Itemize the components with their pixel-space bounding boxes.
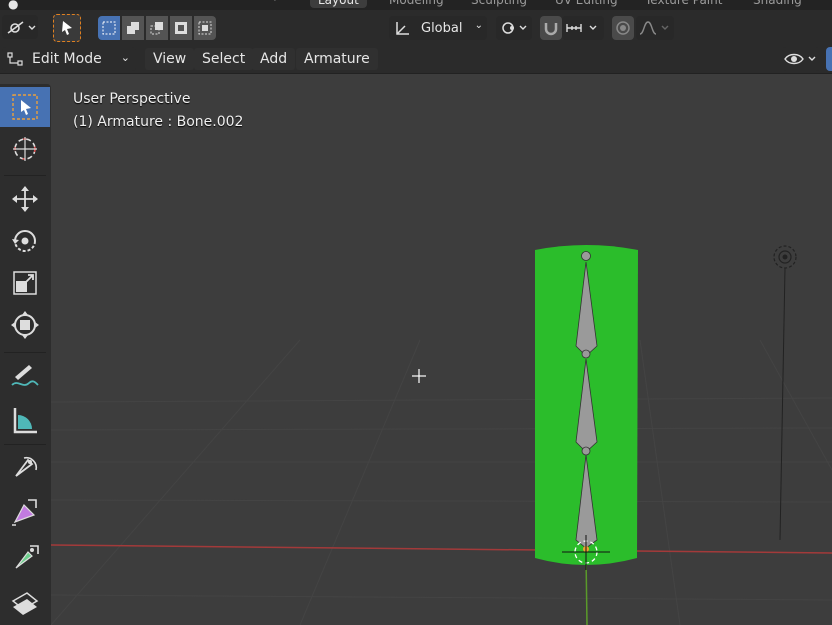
toolbar-divider <box>4 444 46 445</box>
annotate-icon <box>11 365 39 386</box>
select-intersect-icon <box>198 21 212 35</box>
select-subtract-icon <box>150 22 163 35</box>
tool-bone-size[interactable] <box>0 492 50 532</box>
tool-scale[interactable] <box>0 263 50 303</box>
toolbar-divider <box>4 175 46 176</box>
mode-label: Edit Mode <box>32 51 102 67</box>
cursor-icon <box>13 137 37 161</box>
select-extend-button[interactable] <box>122 16 144 40</box>
tab-sculpting[interactable]: Sculpting <box>463 0 535 8</box>
workspace-tab-strip: ● · Layout Modeling Sculpting UV Editing… <box>0 0 832 10</box>
select-new-button[interactable] <box>98 16 120 40</box>
file-menu-dot: · <box>273 0 277 7</box>
chevron-down-icon: ⌄ <box>120 51 130 64</box>
tool-transform[interactable] <box>0 305 50 345</box>
grid-floor <box>51 339 832 625</box>
tool-select-box[interactable] <box>0 87 50 127</box>
select-invert-icon <box>175 22 187 34</box>
mode-dropdown[interactable]: Edit Mode ⌄ <box>2 47 136 71</box>
select-extend-icon <box>127 22 139 34</box>
tool-roll[interactable] <box>0 447 50 487</box>
snap-target-dropdown[interactable] <box>562 16 604 40</box>
blender-logo-icon[interactable]: ● <box>0 0 26 10</box>
select-cursor-icon <box>62 21 72 35</box>
pivot-point-dropdown[interactable] <box>496 16 532 40</box>
editor-type-button[interactable] <box>2 15 38 39</box>
3d-viewport[interactable] <box>51 74 832 625</box>
bone-001-head[interactable] <box>581 251 591 261</box>
scale-icon <box>13 271 37 295</box>
tab-layout[interactable]: Layout <box>310 0 367 8</box>
toolbar-divider <box>4 352 46 353</box>
menu-armature[interactable]: Armature <box>296 48 378 70</box>
move-icon <box>12 186 38 212</box>
transform-orientation-dropdown[interactable]: Global ⌄ <box>389 16 487 40</box>
tool-cursor[interactable] <box>0 129 50 169</box>
proportional-falloff-dropdown[interactable] <box>636 16 674 40</box>
mouse-crosshair-icon <box>412 369 426 383</box>
bone-002-tail[interactable] <box>581 446 591 456</box>
tab-shading[interactable]: Shading <box>745 0 810 8</box>
snap-increment-icon <box>566 24 597 32</box>
snap-toggle-button[interactable] <box>540 16 562 40</box>
tool-annotate[interactable] <box>0 356 50 396</box>
edit-mode-icon <box>7 52 23 66</box>
view-name-label: User Perspective <box>73 91 191 107</box>
tab-texture-paint[interactable]: Texture Paint <box>637 0 730 8</box>
select-intersect-button[interactable] <box>194 16 216 40</box>
menu-view[interactable]: View <box>145 48 195 70</box>
select-new-icon <box>102 21 116 35</box>
proportional-editing-icon <box>616 21 630 35</box>
viewport-scene[interactable] <box>51 74 832 625</box>
tool-measure[interactable] <box>0 400 50 440</box>
tool-move[interactable] <box>0 179 50 219</box>
select-invert-button[interactable] <box>170 16 192 40</box>
pivot-point-icon <box>502 22 527 34</box>
orientation-axes-icon <box>396 22 409 35</box>
measure-icon <box>13 408 37 434</box>
chevron-down-icon: ⌄ <box>474 20 483 31</box>
tool-extrude[interactable] <box>0 582 50 622</box>
active-object-label: (1) Armature : Bone.002 <box>73 114 244 130</box>
tool-settings-header: Global ⌄ <box>0 10 832 46</box>
eye-icon <box>784 53 816 65</box>
tab-modeling[interactable]: Modeling <box>381 0 452 8</box>
transform-icon <box>11 311 39 339</box>
rotate-icon <box>12 230 36 252</box>
light-object[interactable] <box>773 245 797 541</box>
viewport-header: Edit Mode ⌄ View Select Add Armature <box>0 44 832 74</box>
proportional-editing-button[interactable] <box>612 16 634 40</box>
tool-rotate[interactable] <box>0 221 50 261</box>
extrude-icon <box>11 592 39 615</box>
bone-envelope-icon <box>15 545 39 569</box>
magnet-icon <box>544 23 558 36</box>
roll-icon <box>15 456 38 477</box>
bone-size-icon <box>12 499 37 526</box>
tool-bone-envelope[interactable] <box>0 539 50 579</box>
menu-add[interactable]: Add <box>252 48 296 70</box>
transform-orientation-label: Global <box>421 20 463 36</box>
visibility-dropdown[interactable] <box>782 47 820 71</box>
editor-type-icon <box>7 21 36 34</box>
select-box-icon <box>12 94 38 120</box>
tab-uv-editing[interactable]: UV Editing <box>547 0 626 8</box>
active-tool-button[interactable] <box>53 14 81 42</box>
x-axis-line <box>51 544 832 554</box>
tool-shelf <box>0 84 51 625</box>
overlay-toggle-button[interactable] <box>826 47 832 71</box>
menu-select[interactable]: Select <box>194 48 254 70</box>
falloff-curve-icon <box>639 21 669 35</box>
select-subtract-button[interactable] <box>146 16 168 40</box>
bone-001-tail[interactable] <box>581 349 591 359</box>
viewport-info-overlay: User Perspective (1) Armature : Bone.002 <box>73 88 243 134</box>
